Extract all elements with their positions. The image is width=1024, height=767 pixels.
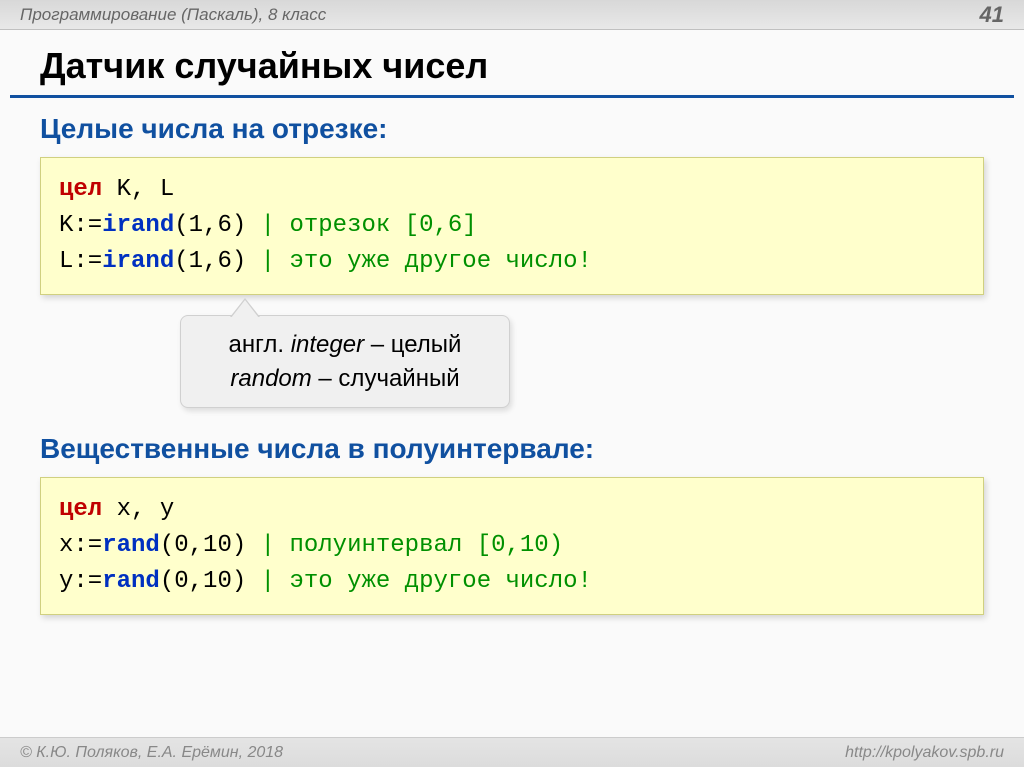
slide-footer: © К.Ю. Поляков, Е.А. Ерёмин, 2018 http:/… <box>0 737 1024 767</box>
code-line: x:=rand(0,10) | полуинтервал [0,10) <box>59 528 965 564</box>
callout-text: random <box>230 365 311 392</box>
code-text: (1,6) <box>174 248 246 275</box>
code-line: K:=irand(1,6) | отрезок [0,6] <box>59 208 965 244</box>
code-line: цел K, L <box>59 172 965 208</box>
code-text: K, L <box>102 176 174 203</box>
slide-title: Датчик случайных чисел <box>10 30 1014 98</box>
callout-text: – случайный <box>312 365 460 392</box>
copyright: © К.Ю. Поляков, Е.А. Ерёмин, 2018 <box>20 744 283 761</box>
code-line: y:=rand(0,10) | это уже другое число! <box>59 564 965 600</box>
callout-note: англ. integer – целый random – случайный <box>180 315 510 408</box>
code-text: x:= <box>59 532 102 559</box>
callout-text: англ. <box>229 331 291 358</box>
callout-line: англ. integer – целый <box>203 328 487 362</box>
code-text: y:= <box>59 568 102 595</box>
code-block-2: цел x, y x:=rand(0,10) | полуинтервал [0… <box>40 477 984 615</box>
code-text: L:= <box>59 248 102 275</box>
code-block-1: цел K, L K:=irand(1,6) | отрезок [0,6] L… <box>40 157 984 295</box>
code-comment: | полуинтервал [0,10) <box>246 532 563 559</box>
page-number: 41 <box>980 2 1004 28</box>
callout-line: random – случайный <box>203 362 487 396</box>
code-line: цел x, y <box>59 492 965 528</box>
code-comment: | отрезок [0,6] <box>246 212 476 239</box>
function-name: rand <box>102 568 160 595</box>
breadcrumb: Программирование (Паскаль), 8 класс <box>20 5 326 25</box>
code-line: L:=irand(1,6) | это уже другое число! <box>59 244 965 280</box>
footer-url: http://kpolyakov.spb.ru <box>845 744 1004 761</box>
callout-pointer-icon <box>231 300 259 318</box>
section1-title: Целые числа на отрезке: <box>40 113 984 145</box>
code-comment: | это уже другое число! <box>246 568 592 595</box>
section2-title: Вещественные числа в полуинтервале: <box>40 433 984 465</box>
callout-text: – целый <box>364 331 461 358</box>
code-text: K:= <box>59 212 102 239</box>
keyword: цел <box>59 176 102 203</box>
slide-header: Программирование (Паскаль), 8 класс 41 <box>0 0 1024 30</box>
function-name: irand <box>102 248 174 275</box>
function-name: rand <box>102 532 160 559</box>
code-text: (0,10) <box>160 532 246 559</box>
keyword: цел <box>59 496 102 523</box>
code-text: (0,10) <box>160 568 246 595</box>
code-text: x, y <box>102 496 174 523</box>
callout-text: integer <box>291 331 364 358</box>
code-comment: | это уже другое число! <box>246 248 592 275</box>
code-text: (1,6) <box>174 212 246 239</box>
slide-content: Целые числа на отрезке: цел K, L K:=iran… <box>0 98 1024 650</box>
function-name: irand <box>102 212 174 239</box>
